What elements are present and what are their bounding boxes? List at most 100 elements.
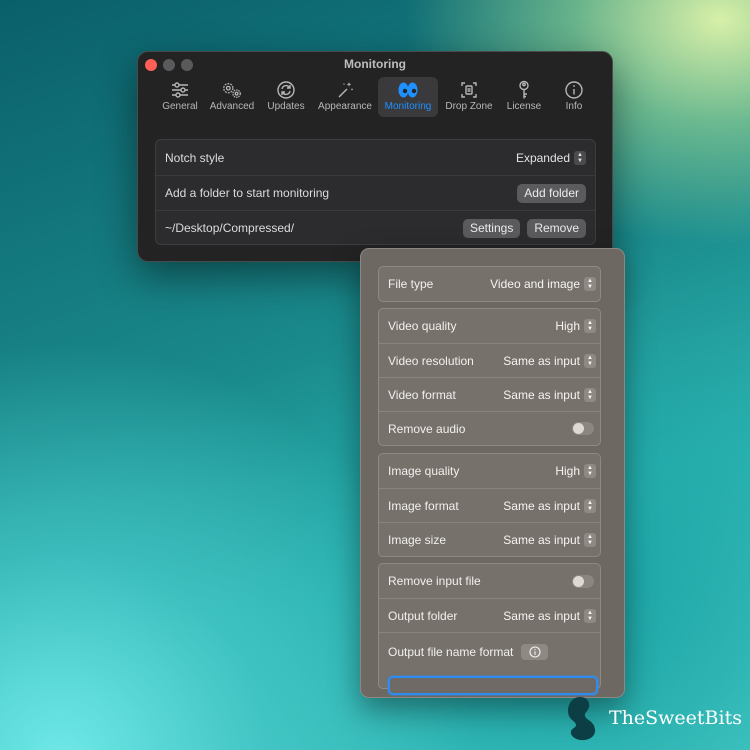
refresh-icon [275,80,297,100]
remove-audio-toggle[interactable] [572,422,594,435]
chevron-up-down-icon: ▲ ▼ [584,277,596,291]
tab-label: Info [565,101,583,112]
output-group: Remove input file Output folder Same as … [378,563,601,695]
remove-audio-label: Remove audio [388,421,466,436]
notch-style-row: Notch style Expanded ▲ ▼ [156,140,595,175]
gears-icon [221,80,243,100]
image-group: Image quality High ▲ ▼ Image format Same … [378,453,601,557]
video-resolution-value: Same as input [503,353,580,368]
key-icon [513,80,535,100]
tab-updates[interactable]: Updates [260,77,312,117]
remove-audio-row: Remove audio [379,411,600,445]
output-name-input[interactable] [388,676,598,695]
output-name-row: Output file name format [379,632,600,670]
sliders-icon [169,80,191,100]
magic-wand-icon [334,80,356,100]
video-quality-row: Video quality High ▲ ▼ [379,309,600,343]
video-resolution-label: Video resolution [388,353,474,368]
output-name-info-button[interactable] [521,643,549,660]
chevron-up-down-icon: ▲ ▼ [584,319,596,333]
window-title: Monitoring [344,57,406,71]
preferences-window: Monitoring General Advanced Updates Appe… [137,51,613,262]
notch-style-popup[interactable]: Expanded ▲ ▼ [515,150,586,165]
file-type-label: File type [388,277,434,291]
tab-drop-zone[interactable]: Drop Zone [438,77,500,117]
video-group: Video quality High ▲ ▼ Video resolution S… [378,308,601,446]
folder-row: ~/Desktop/Compressed/ Settings Remove [156,210,595,245]
image-format-popup[interactable]: Same as input ▲ ▼ [503,498,596,513]
image-quality-row: Image quality High ▲ ▼ [379,454,600,488]
tab-advanced[interactable]: Advanced [204,77,260,117]
monitoring-panel: Notch style Expanded ▲ ▼ Add a folder to … [155,139,596,245]
video-quality-popup[interactable]: High ▲ ▼ [555,319,596,333]
file-type-popup[interactable]: Video and image ▲ ▼ [490,277,596,291]
tab-label: Updates [267,101,305,112]
eyes-icon [397,80,419,100]
image-size-label: Image size [388,532,447,547]
file-type-group: File type Video and image ▲ ▼ [378,266,601,302]
chevron-up-down-icon: ▲ ▼ [584,387,596,402]
remove-input-label: Remove input file [388,574,481,588]
tab-info[interactable]: Info [548,77,600,117]
remove-button[interactable]: Remove [527,218,586,238]
video-format-popup[interactable]: Same as input ▲ ▼ [503,387,596,402]
sweetbits-logo-icon [568,697,596,741]
folder-settings-popover: File type Video and image ▲ ▼ Video quali… [360,248,625,698]
brand-watermark: TheSweetBits [566,694,742,742]
chevron-up-down-icon: ▲ ▼ [584,353,596,368]
file-type-row: File type Video and image ▲ ▼ [379,267,600,301]
tab-label: General [162,101,198,112]
chevron-up-down-icon: ▲ ▼ [584,464,596,478]
video-format-value: Same as input [503,387,580,402]
image-quality-popup[interactable]: High ▲ ▼ [555,464,596,478]
preferences-toolbar: General Advanced Updates Appearance Moni… [156,77,600,117]
video-resolution-row: Video resolution Same as input ▲ ▼ [379,343,600,377]
image-size-popup[interactable]: Same as input ▲ ▼ [503,532,596,547]
add-folder-button[interactable]: Add folder [517,183,586,203]
info-icon [563,80,585,100]
add-folder-label: Add a folder to start monitoring [165,186,330,200]
notch-style-label: Notch style [165,150,225,165]
video-resolution-popup[interactable]: Same as input ▲ ▼ [503,353,596,368]
remove-input-toggle[interactable] [572,574,594,588]
settings-button[interactable]: Settings [462,218,521,238]
image-format-label: Image format [388,498,459,513]
remove-input-row: Remove input file [379,564,600,598]
image-quality-value: High [555,464,580,478]
brand-name: TheSweetBits [609,707,742,729]
image-size-row: Image size Same as input ▲ ▼ [379,522,600,556]
file-type-value: Video and image [490,277,580,291]
tab-label: Advanced [209,101,255,112]
output-folder-label: Output folder [388,608,458,623]
image-format-row: Image format Same as input ▲ ▼ [379,488,600,522]
video-quality-label: Video quality [388,319,457,333]
title-bar[interactable]: Monitoring [138,52,612,76]
chevron-up-down-icon: ▲ ▼ [574,150,586,165]
info-icon [529,645,541,658]
image-quality-label: Image quality [388,464,460,478]
image-format-value: Same as input [503,498,580,513]
tab-label: License [506,101,542,112]
output-folder-value: Same as input [503,608,580,623]
output-folder-popup[interactable]: Same as input ▲ ▼ [503,608,596,623]
add-folder-row: Add a folder to start monitoring Add fol… [156,175,595,210]
image-size-value: Same as input [503,532,580,547]
tab-license[interactable]: License [500,77,548,117]
drop-zone-icon [458,80,480,100]
notch-style-value: Expanded [515,150,570,165]
video-format-label: Video format [388,387,456,402]
folder-path: ~/Desktop/Compressed/ [165,221,295,235]
tab-label: Monitoring [384,101,432,112]
tab-label: Drop Zone [445,101,493,112]
tab-appearance[interactable]: Appearance [312,77,378,117]
tab-monitoring[interactable]: Monitoring [378,77,438,117]
video-format-row: Video format Same as input ▲ ▼ [379,377,600,411]
tab-label: Appearance [318,101,372,112]
chevron-up-down-icon: ▲ ▼ [584,532,596,547]
tab-general[interactable]: General [156,77,204,117]
video-quality-value: High [555,319,580,333]
chevron-up-down-icon: ▲ ▼ [584,498,596,513]
output-folder-row: Output folder Same as input ▲ ▼ [379,598,600,632]
chevron-up-down-icon: ▲ ▼ [584,608,596,623]
output-name-label: Output file name format [388,644,514,659]
